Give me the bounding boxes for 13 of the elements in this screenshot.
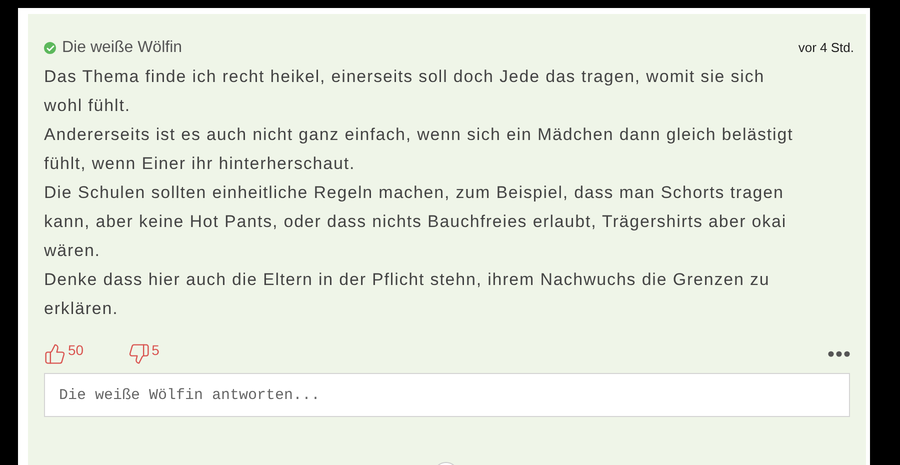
comment-paragraph: Die Schulen sollten einheitliche Regeln machen, zum Beispiel, dass man Schorts tragen kann, aber keine Hot Pants, oder dass nichts Bauchfreies erlaubt, Trägershirts aber okai wären. (44, 182, 788, 262)
more-button[interactable] (828, 351, 850, 357)
comment-paragraph: Andererseits ist es auch nicht ganz einfach, wenn sich ein Mädchen dann gleich belästigt fühlt, wenn Einer ihr hinterherschaut. (44, 124, 794, 175)
like-button[interactable]: 50 (44, 343, 84, 365)
more-icon (828, 351, 850, 357)
timestamp: vor 4 Std. (798, 39, 854, 58)
author-name[interactable]: Die weiße Wölfin (62, 36, 182, 60)
thumbs-down-icon (128, 343, 150, 365)
thumbs-up-icon (44, 343, 66, 365)
comment-paragraph: Das Thema finde ich recht heikel, einerseits soll doch Jede das tragen, womit sie sich wohl fühlt. (44, 66, 766, 117)
dislike-button[interactable]: 5 (128, 343, 160, 365)
reply-field[interactable]: Die weiße Wölfin antworten... (44, 373, 850, 417)
comment-paragraph: Denke dass hier auch die Eltern in der Pflicht stehn, ihrem Nachwuchs die Grenzen zu erklären. (44, 269, 771, 320)
